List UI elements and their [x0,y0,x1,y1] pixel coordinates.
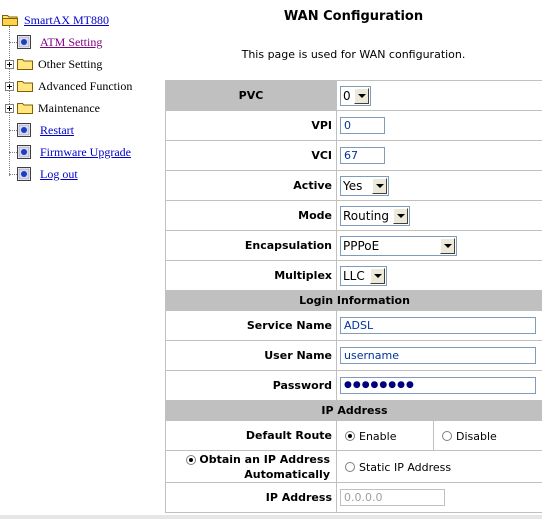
nav-item-maintenance[interactable]: Maintenance [5,99,100,117]
nav-item-firmware-upgrade[interactable]: Firmware Upgrade [17,143,131,161]
nav-item-label[interactable]: Restart [40,123,74,138]
multiplex-label: Multiplex [165,260,337,291]
password-label: Password [165,370,337,401]
obtain-ip-label-line2[interactable]: Automatically [244,468,330,481]
password-row: Password ●●●●●●●● [165,370,542,401]
obtain-ip-auto-radio[interactable] [186,454,197,465]
multiplex-select-value: LLC [343,268,365,283]
page-description: This page is used for WAN configuration. [241,48,466,61]
encapsulation-label: Encapsulation [165,230,337,261]
page-title: WAN Configuration [283,9,424,24]
chevron-down-icon[interactable] [354,87,369,104]
folder-icon [17,81,33,92]
tree-line [9,130,17,131]
vpi-row: VPI 0 [165,110,542,141]
active-label: Active [165,170,337,201]
vci-row: VCI 67 [165,140,542,171]
password-input[interactable]: ●●●●●●●● [340,377,536,394]
nav-root[interactable]: SmartAX MT880 [2,11,109,29]
encapsulation-select-value: PPPoE [343,238,380,253]
expand-plus-icon[interactable] [5,59,14,69]
service-name-label: Service Name [165,310,337,341]
navigation-tree: SmartAX MT880 ATM Setting Other Setting … [0,0,165,519]
nav-item-label[interactable]: ATM Setting [40,35,102,50]
pvc-row: PVC 0 [165,80,542,111]
wan-config-table: PVC 0 VPI 0 VCI 67 Active Yes Mode Routi… [165,80,542,513]
pvc-select[interactable]: 0 [340,85,371,106]
folder-icon [17,103,33,114]
nav-item-label[interactable]: Log out [40,167,78,182]
nav-item-other-setting[interactable]: Other Setting [5,55,102,73]
mode-row: Mode Routing [165,200,542,231]
chevron-down-icon[interactable] [440,237,455,254]
ip-address-label: IP Address [165,482,337,513]
expand-plus-icon[interactable] [5,103,14,113]
nav-root-label[interactable]: SmartAX MT880 [24,13,109,28]
tree-line [9,174,17,175]
window-bottom-edge [0,515,542,519]
ip-section-title: IP Address [165,400,542,421]
active-select-value: Yes [343,178,363,193]
page-icon [17,123,31,137]
encapsulation-row: Encapsulation PPPoE [165,230,542,261]
active-row: Active Yes [165,170,542,201]
login-section-header: Login Information [165,290,542,311]
nav-item-label[interactable]: Maintenance [38,101,100,116]
vci-input[interactable]: 67 [340,147,385,164]
page-icon [17,35,31,49]
open-folder-icon [2,15,18,26]
multiplex-select[interactable]: LLC [340,265,387,286]
ip-address-input[interactable]: 0.0.0.0 [340,489,445,506]
expand-plus-icon[interactable] [5,81,14,91]
nav-item-label[interactable]: Other Setting [38,57,102,72]
encapsulation-select[interactable]: PPPoE [340,235,457,256]
login-section-title: Login Information [165,290,542,311]
default-route-label: Default Route [165,420,337,451]
folder-icon [17,59,33,70]
disable-radio-label[interactable]: Disable [456,430,497,443]
page-icon [17,145,31,159]
mode-select[interactable]: Routing [340,205,410,226]
mode-select-value: Routing [343,208,390,223]
ip-address-row: IP Address 0.0.0.0 [165,482,542,513]
nav-item-atm-setting[interactable]: ATM Setting [17,33,102,51]
tree-line [9,152,17,153]
obtain-ip-label-line1[interactable]: Obtain an IP Address [199,453,330,466]
enable-radio-label[interactable]: Enable [359,430,396,443]
static-ip-radio[interactable] [345,462,355,472]
default-route-enable-radio[interactable] [345,431,355,441]
ip-mode-row: Obtain an IP Address Automatically Stati… [165,450,542,483]
user-name-input[interactable]: username [340,347,536,364]
nav-item-label[interactable]: Firmware Upgrade [40,145,131,160]
ip-section-header: IP Address [165,400,542,421]
nav-item-advanced-function[interactable]: Advanced Function [5,77,132,95]
pvc-label: PVC [165,80,337,111]
active-select[interactable]: Yes [340,175,389,196]
multiplex-row: Multiplex LLC [165,260,542,291]
default-route-disable-radio[interactable] [442,431,452,441]
vci-label: VCI [165,140,337,171]
chevron-down-icon[interactable] [370,267,385,284]
vpi-label: VPI [165,110,337,141]
service-name-row: Service Name ADSL [165,310,542,341]
tree-line [9,42,17,43]
nav-item-label[interactable]: Advanced Function [38,79,132,94]
user-name-row: User Name username [165,340,542,371]
static-ip-label[interactable]: Static IP Address [359,461,451,474]
mode-label: Mode [165,200,337,231]
default-route-row: Default Route Enable Disable [165,420,542,451]
user-name-label: User Name [165,340,337,371]
nav-item-restart[interactable]: Restart [17,121,74,139]
vpi-input[interactable]: 0 [340,117,385,134]
pvc-select-value: 0 [343,88,351,103]
service-name-input[interactable]: ADSL [340,317,536,334]
chevron-down-icon[interactable] [372,177,387,194]
nav-item-log-out[interactable]: Log out [17,165,78,183]
chevron-down-icon[interactable] [393,207,408,224]
page-icon [17,167,31,181]
